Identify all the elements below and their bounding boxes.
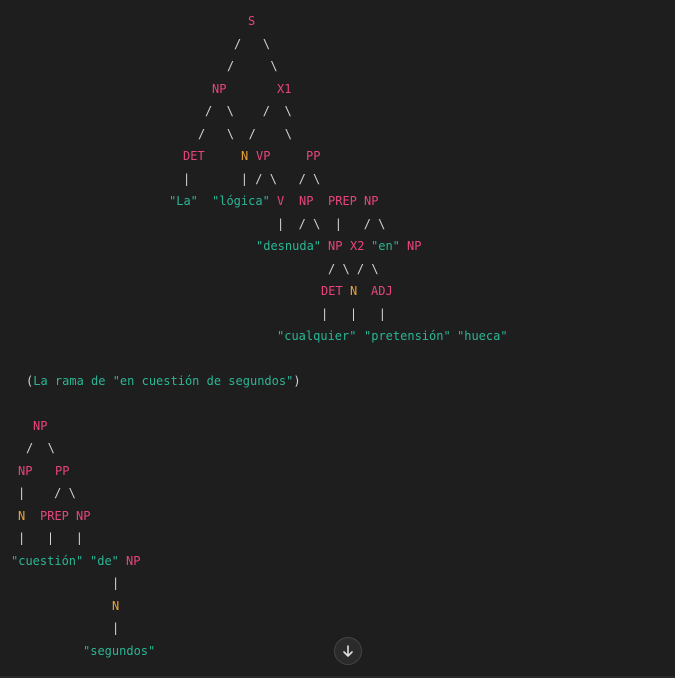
leaf-en: "en" (371, 239, 400, 253)
leaf-logica: "lógica" (212, 194, 270, 208)
tree-branch: | | | (18, 531, 84, 545)
tree-branch: / \ / \ (328, 262, 379, 276)
node-np: NP (76, 509, 91, 523)
leaf-la: "La" (169, 194, 198, 208)
node-n: N (241, 149, 249, 163)
tree-branch: / \ (26, 441, 55, 455)
node-s: S (248, 14, 256, 28)
node-np: NP (299, 194, 314, 208)
node-pp: PP (55, 464, 70, 478)
node-prep: PREP (40, 509, 69, 523)
node-n: N (350, 284, 358, 298)
note-text: La rama de "en cuestión de segundos" (33, 374, 294, 388)
leaf-de: "de" (90, 554, 119, 568)
tree-branch: | | | (321, 307, 387, 321)
node-n: N (18, 509, 26, 523)
node-det: DET (183, 149, 205, 163)
node-det: DET (321, 284, 343, 298)
tree-branch: | / \ (18, 486, 76, 500)
branch-note: (La rama de "en cuestión de segundos") (26, 374, 301, 389)
node-np: NP (212, 82, 227, 96)
tree-branch: / \ / \ (205, 104, 292, 118)
node-n: N (112, 599, 120, 613)
leaf-cualquier: "cualquier" (277, 329, 357, 343)
tree-branch: / \ / \ (198, 127, 292, 141)
node-vp: VP (256, 149, 271, 163)
node-np: NP (407, 239, 422, 253)
tree-branch: | (112, 576, 120, 590)
node-np: NP (328, 239, 343, 253)
node-x1: X1 (277, 82, 292, 96)
chat-message-content: S / \ / \ NP X1 / \ / \ / \ / \ DET N VP… (0, 0, 675, 678)
node-v: V (277, 194, 285, 208)
node-x2: X2 (350, 239, 365, 253)
node-prep: PREP (328, 194, 357, 208)
node-pp: PP (306, 149, 321, 163)
scroll-to-bottom-button[interactable] (334, 637, 362, 665)
leaf-hueca: "hueca" (457, 329, 508, 343)
tree-branch: / \ (234, 37, 271, 51)
node-np: NP (18, 464, 33, 478)
tree-branch: | (112, 621, 120, 635)
leaf-segundos: "segundos" (83, 644, 156, 658)
arrow-down-icon (343, 645, 353, 657)
leaf-pretension: "pretensión" (364, 329, 451, 343)
tree-branch: | | / \ / \ (183, 172, 321, 186)
node-adj: ADJ (371, 284, 393, 298)
tree-branch: | / \ | / \ (277, 217, 386, 231)
leaf-cuestion: "cuestión" (11, 554, 84, 568)
node-np: NP (364, 194, 379, 208)
tree-branch: / \ (227, 59, 278, 73)
note-paren-close: ) (293, 374, 301, 388)
leaf-desnuda: "desnuda" (256, 239, 322, 253)
node-np: NP (33, 419, 48, 433)
node-np: NP (126, 554, 141, 568)
